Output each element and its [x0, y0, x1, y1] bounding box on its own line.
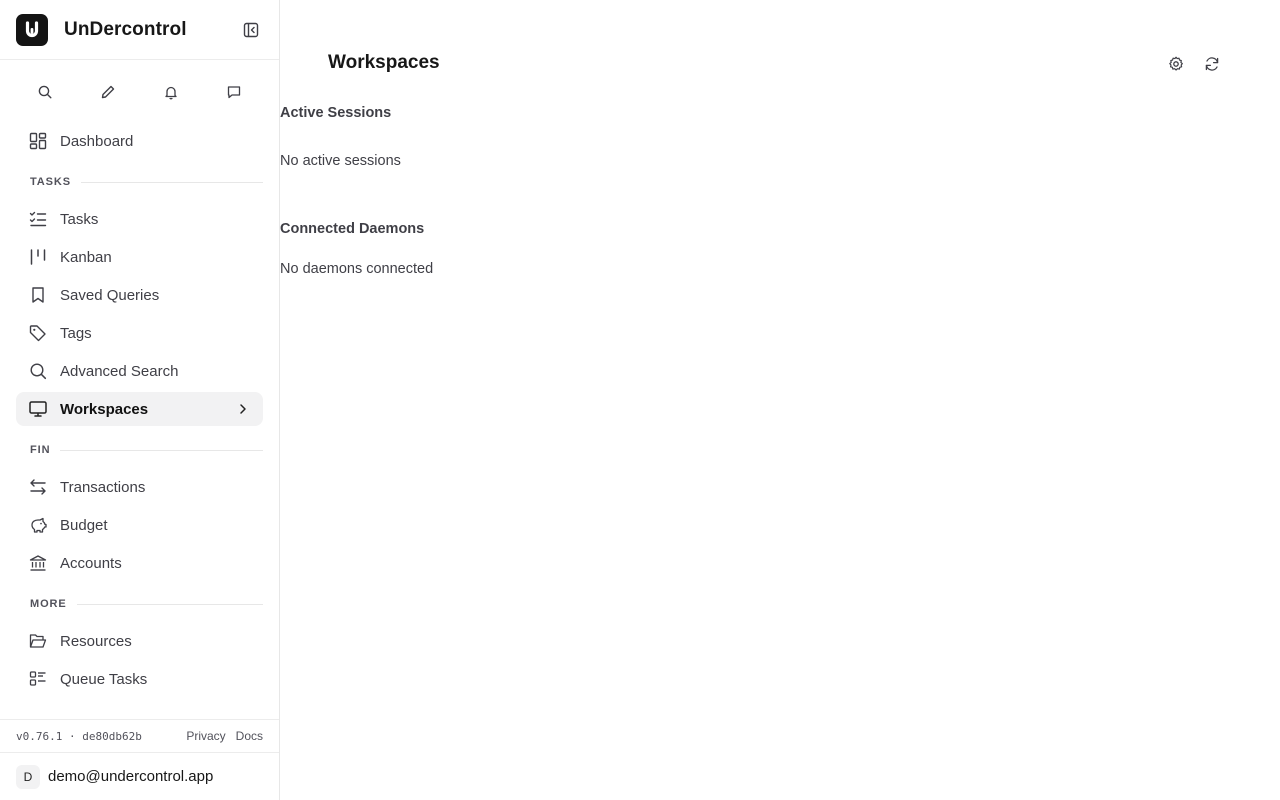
avatar: D — [16, 764, 40, 789]
sidebar-item-workspaces[interactable]: Workspaces — [16, 392, 263, 426]
sidebar: UnDercontrol Dashboard TASKS Tasks Kanba… — [0, 0, 280, 800]
sidebar-item-label: Saved Queries — [60, 286, 160, 304]
header-actions — [1164, 52, 1224, 76]
sidebar-item-resources[interactable]: Resources — [16, 624, 263, 658]
sidebar-item-tags[interactable]: Tags — [16, 316, 263, 350]
kanban-icon — [28, 247, 48, 267]
quick-messages-button[interactable] — [218, 76, 250, 108]
connected-daemons-empty: No daemons connected — [280, 261, 434, 277]
bank-icon — [28, 553, 48, 573]
version-label: v0.76.1 · de80db62b — [16, 729, 142, 743]
sidebar-item-transactions[interactable]: Transactions — [16, 470, 263, 504]
privacy-link[interactable]: Privacy — [186, 729, 225, 743]
section-title: FIN — [30, 444, 51, 456]
sidebar-item-tasks[interactable]: Tasks — [16, 202, 263, 236]
sidebar-item-label: Kanban — [60, 248, 112, 266]
quick-compose-button[interactable] — [92, 76, 124, 108]
app-root: UnDercontrol Dashboard TASKS Tasks Kanba… — [0, 0, 1280, 800]
page-title: Workspaces — [328, 52, 440, 73]
sidebar-item-label: Queue Tasks — [60, 670, 148, 688]
search-icon — [39, 85, 52, 99]
section-tasks: TASKS — [16, 172, 263, 192]
logo-u-icon — [25, 20, 39, 37]
user-menu[interactable]: D demo@undercontrol.app — [0, 752, 279, 800]
quick-notifications-button[interactable] — [155, 76, 187, 108]
app-name: UnDercontrol — [64, 18, 187, 40]
queue-icon — [28, 669, 48, 689]
search-icon — [28, 361, 48, 381]
sidebar-item-label: Transactions — [60, 478, 146, 496]
sidebar-item-accounts[interactable]: Accounts — [16, 546, 263, 580]
piggy-bank-icon — [28, 515, 48, 535]
connected-daemons-heading: Connected Daemons — [280, 221, 425, 237]
sidebar-item-advanced-search[interactable]: Advanced Search — [16, 354, 263, 388]
panel-left-close-icon — [243, 22, 259, 37]
quick-actions-row — [0, 60, 279, 124]
sidebar-item-label: Workspaces — [60, 400, 149, 418]
section-divider — [80, 181, 263, 183]
sidebar-item-label: Advanced Search — [60, 362, 179, 380]
sidebar-item-label: Dashboard — [60, 132, 134, 150]
section-title: MORE — [30, 598, 67, 610]
app-logo[interactable] — [16, 13, 48, 46]
monitor-icon — [28, 399, 48, 419]
section-title: TASKS — [30, 176, 71, 188]
section-fin: FIN — [16, 440, 263, 460]
sidebar-nav: Dashboard TASKS Tasks Kanban Saved Queri… — [0, 124, 279, 719]
settings-button[interactable] — [1164, 52, 1188, 76]
folder-icon — [28, 631, 48, 651]
dashboard-icon — [28, 131, 48, 151]
collapse-sidebar-button[interactable] — [239, 18, 263, 42]
chevron-right-icon — [235, 401, 251, 417]
sidebar-item-queue-tasks[interactable]: Queue Tasks — [16, 662, 263, 696]
page-header: Workspaces — [328, 0, 1232, 128]
sidebar-item-saved-queries[interactable]: Saved Queries — [16, 278, 263, 312]
arrows-icon — [28, 477, 48, 497]
refresh-button[interactable] — [1200, 52, 1224, 76]
bookmark-icon — [28, 285, 48, 305]
list-checks-icon — [28, 209, 48, 229]
sidebar-item-dashboard[interactable]: Dashboard — [16, 124, 263, 158]
sidebar-brand: UnDercontrol — [0, 0, 279, 60]
message-icon — [227, 86, 240, 99]
gear-icon — [1169, 56, 1183, 71]
user-email: demo@undercontrol.app — [48, 768, 214, 785]
sidebar-item-label: Resources — [60, 632, 132, 650]
docs-link[interactable]: Docs — [236, 729, 263, 743]
sidebar-item-kanban[interactable]: Kanban — [16, 240, 263, 274]
active-sessions-heading: Active Sessions — [280, 105, 392, 121]
sidebar-item-label: Tasks — [60, 210, 99, 228]
active-sessions-empty: No active sessions — [280, 153, 401, 169]
tag-icon — [28, 323, 48, 343]
section-more: MORE — [16, 594, 263, 614]
quick-search-button[interactable] — [29, 76, 61, 108]
section-divider — [76, 603, 263, 605]
sidebar-item-budget[interactable]: Budget — [16, 508, 263, 542]
sidebar-item-label: Accounts — [60, 554, 122, 572]
bell-icon — [165, 86, 177, 100]
sidebar-item-label: Budget — [60, 516, 108, 534]
main-content: Workspaces Active Sessions No active ses… — [280, 0, 1280, 800]
sidebar-footer: v0.76.1 · de80db62b Privacy Docs D demo@… — [0, 719, 279, 800]
version-row: v0.76.1 · de80db62b Privacy Docs — [0, 720, 279, 752]
refresh-icon — [1205, 57, 1219, 71]
sidebar-item-label: Tags — [60, 324, 92, 342]
section-divider — [60, 449, 263, 451]
pencil-icon — [101, 85, 115, 99]
